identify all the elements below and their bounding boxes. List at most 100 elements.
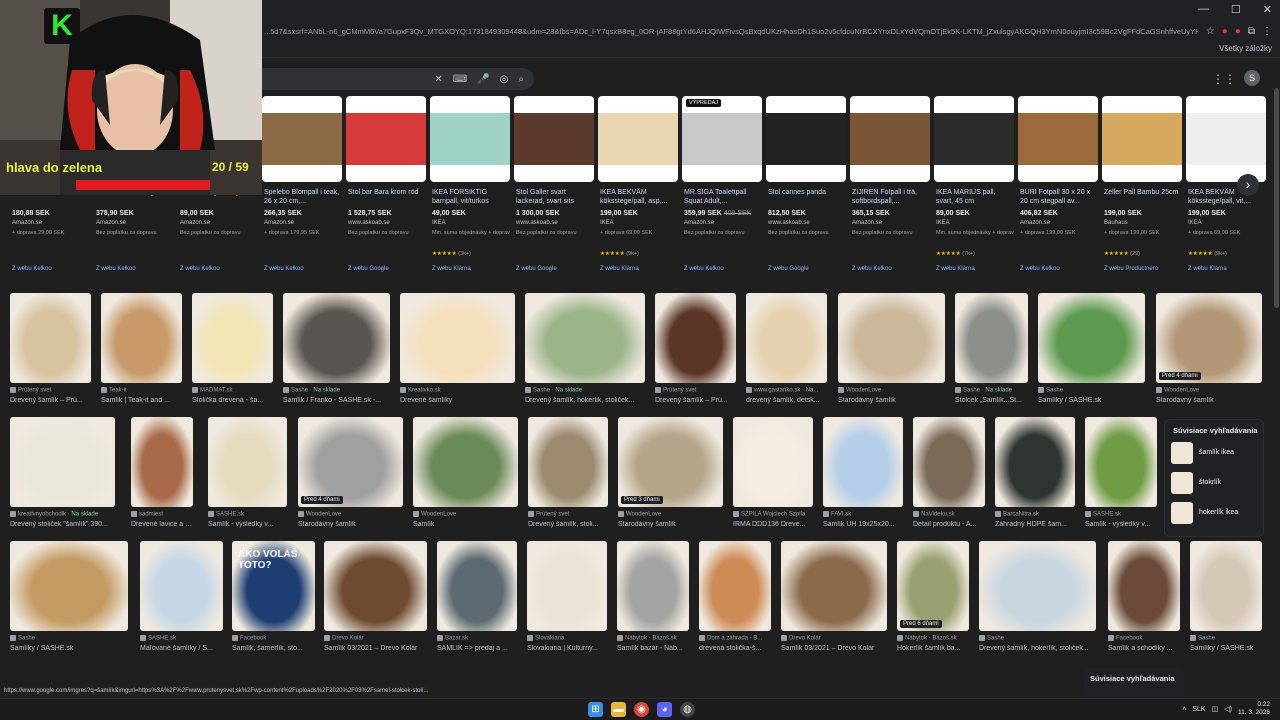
result-image[interactable] bbox=[655, 293, 736, 383]
image-result[interactable]: Sashe Šamlíky / SASHE.sk bbox=[1190, 541, 1262, 661]
result-source[interactable]: Sashe bbox=[1038, 387, 1145, 394]
clock[interactable]: 0:22 11. 3. 2026 bbox=[1238, 701, 1270, 717]
shopping-item[interactable]: Stol bar Bara krom röd 1 528,75 SEK www.as… bbox=[346, 96, 426, 276]
minimize-icon[interactable]: — bbox=[1198, 3, 1209, 16]
result-source[interactable]: NaVideku.sk bbox=[913, 511, 985, 518]
product-image[interactable] bbox=[262, 96, 342, 182]
address-bar[interactable]: ...5d7&sxsrf=ANbL-n6_gCMmM6Va7GupxF3Qv_M… bbox=[262, 20, 1280, 42]
result-image[interactable] bbox=[283, 293, 390, 383]
image-result[interactable]: SZPILA Wojciech Szpila IRMA DDD136 Dreve.… bbox=[733, 417, 813, 537]
result-source[interactable]: Sashe bbox=[1190, 635, 1262, 642]
result-source[interactable]: FAVI.sk bbox=[823, 511, 903, 518]
image-result[interactable]: Kreativko.sk Drevené šamlíky bbox=[400, 293, 515, 413]
product-image[interactable] bbox=[346, 96, 426, 182]
result-image[interactable]: Pred 4 dňami bbox=[298, 417, 403, 507]
result-title[interactable]: Šamlík - výsledky v... bbox=[208, 521, 287, 528]
result-image[interactable] bbox=[995, 417, 1075, 507]
extension-icon[interactable]: ● bbox=[1235, 26, 1241, 37]
result-source[interactable]: Sashe · Na sklade bbox=[955, 387, 1028, 394]
result-image[interactable] bbox=[101, 293, 182, 383]
image-result[interactable]: NaVideku.sk Detail produktu - A... bbox=[913, 417, 985, 537]
product-title[interactable]: Spelebo Blompall i teak, 26 x 20 cm,... bbox=[264, 188, 342, 206]
result-title[interactable]: Hokerlík šamlík ba... bbox=[897, 645, 969, 652]
scrollbar[interactable] bbox=[1273, 58, 1280, 698]
image-result[interactable]: BarcaNitra.sk Záhradný HDPE šam... bbox=[995, 417, 1075, 537]
image-result[interactable]: Dom a záhrada - B... drevená stolička-š..… bbox=[699, 541, 771, 661]
image-result[interactable]: Prútený svet Drevený šamlík – Prú... bbox=[10, 293, 91, 413]
image-result[interactable]: Nábytok - Bazoš.sk Šamlík bazár - Náb... bbox=[617, 541, 689, 661]
result-title[interactable]: Šamlík / Franko - SASHE.sk -... bbox=[283, 397, 390, 404]
product-title[interactable]: ZIJIREN Fotpall i trä, softbordspall,... bbox=[852, 188, 930, 206]
result-title[interactable]: Šamlík 03/2021 – Drevo Kolár bbox=[324, 645, 427, 652]
image-result[interactable]: Sashe · Na sklade Stolcek „Šamlík...Št... bbox=[955, 293, 1028, 413]
shopping-item[interactable]: IKEA FÖRSIKTIG barnpall, vit/turkos 49,00… bbox=[430, 96, 510, 276]
chrome-icon[interactable]: ◉ bbox=[634, 702, 649, 717]
result-source[interactable]: Facebook bbox=[1108, 635, 1180, 642]
result-source[interactable]: SASHE.sk bbox=[208, 511, 287, 518]
result-source[interactable]: Teak-it bbox=[101, 387, 182, 394]
result-image[interactable] bbox=[131, 417, 193, 507]
result-title[interactable]: Šamlík, šamerlík, sto... bbox=[232, 645, 315, 652]
result-title[interactable]: Stolcek „Šamlík...Št... bbox=[955, 397, 1028, 404]
result-title[interactable]: Šamlík UH 19x25x20... bbox=[823, 521, 903, 528]
result-source[interactable]: Sashe · Na sklade bbox=[283, 387, 390, 394]
product-image[interactable] bbox=[934, 96, 1014, 182]
star-icon[interactable]: ☆ bbox=[1206, 26, 1215, 37]
maximize-icon[interactable]: ☐ bbox=[1231, 3, 1241, 16]
all-bookmarks[interactable]: Všetky záložky bbox=[1219, 44, 1272, 53]
result-source[interactable]: Prútený svet bbox=[655, 387, 736, 394]
merchant-link[interactable]: Z webu Kelkoo bbox=[852, 266, 892, 272]
merchant-link[interactable]: Z webu Klarna bbox=[600, 266, 639, 272]
result-image[interactable] bbox=[10, 541, 128, 631]
result-image[interactable]: Pred 6 dňami bbox=[897, 541, 969, 631]
product-title[interactable]: Zeller Pall Bambu 25cm bbox=[1104, 188, 1182, 206]
image-result[interactable]: Sashe · Na sklade Drevený šamlík, hokerli… bbox=[525, 293, 645, 413]
result-image[interactable] bbox=[525, 293, 645, 383]
image-result[interactable]: Pred 4 dňami WoodenLove Starodávny šamlík bbox=[1156, 293, 1262, 413]
result-image[interactable] bbox=[733, 417, 813, 507]
product-title[interactable]: IKEA FÖRSIKTIG barnpall, vit/turkos bbox=[432, 188, 510, 206]
result-image[interactable] bbox=[913, 417, 985, 507]
image-result[interactable]: WoodenLove Starodávny šamlík bbox=[838, 293, 945, 413]
image-result[interactable]: Drevo Kolár Šamlík 03/2021 – Drevo Kolár bbox=[324, 541, 427, 661]
shopping-item[interactable]: IKEA MARIUS pall, svart, 45 cm 89,00 SEK I… bbox=[934, 96, 1014, 276]
result-source[interactable]: Kreativko.sk bbox=[400, 387, 515, 394]
result-title[interactable]: drevený šamlík, detsk... bbox=[746, 397, 827, 404]
result-source[interactable]: Sashe bbox=[10, 635, 128, 642]
result-title[interactable]: Drevený šamlík, hokerlik, stoliček... bbox=[525, 397, 645, 404]
related-search-item[interactable]: štokrlík bbox=[1171, 472, 1261, 494]
result-image[interactable] bbox=[1085, 417, 1157, 507]
image-result[interactable]: Prútený svet Drevený šamlík – Prú... bbox=[655, 293, 736, 413]
mic-icon[interactable]: 🎤 bbox=[477, 74, 489, 85]
result-image[interactable] bbox=[10, 293, 91, 383]
close-icon[interactable]: ✕ bbox=[1263, 3, 1272, 16]
shopping-item[interactable]: VÝPREDAJ MR.SIGA Toalettpall Squat Adult,… bbox=[682, 96, 762, 276]
related-search-item[interactable]: hokerlík ikea bbox=[1171, 502, 1261, 524]
file-explorer-icon[interactable]: ▬ bbox=[611, 702, 626, 717]
result-image[interactable] bbox=[192, 293, 273, 383]
result-image[interactable] bbox=[413, 417, 518, 507]
result-title[interactable]: Slovakiana | Kultúrny... bbox=[527, 645, 607, 652]
result-source[interactable]: Drevo Kolár bbox=[781, 635, 887, 642]
product-title[interactable]: Stol bar Bara krom röd bbox=[348, 188, 426, 206]
image-result[interactable]: Sashe Drevený šamlík, hokerlík, stoliček.… bbox=[979, 541, 1096, 661]
merchant-link[interactable]: Z webu Google bbox=[768, 266, 809, 272]
volume-icon[interactable]: ◁) bbox=[1224, 705, 1232, 713]
result-source[interactable]: WoodenLove bbox=[298, 511, 403, 518]
result-title[interactable]: Stolička drevená - ša... bbox=[192, 397, 273, 404]
result-source[interactable]: SASHE.sk bbox=[1085, 511, 1157, 518]
result-title[interactable]: Šamlík | Teak-it and ... bbox=[101, 397, 182, 404]
result-title[interactable]: Starodávny šamlík bbox=[1156, 397, 1262, 404]
image-result[interactable]: Slovakiana Slovakiana | Kultúrny... bbox=[527, 541, 607, 661]
result-title[interactable]: Maľované šamlíky / S... bbox=[140, 645, 223, 652]
url-text[interactable]: ...5d7&sxsrf=ANbL-n6_gCMmM6Va7GupxF3Qv_M… bbox=[262, 27, 1198, 36]
image-result[interactable]: Teak-it Šamlík | Teak-it and ... bbox=[101, 293, 182, 413]
result-title[interactable]: Starodávny šamlík bbox=[618, 521, 723, 528]
result-source[interactable]: SASHE.sk bbox=[140, 635, 223, 642]
result-image[interactable] bbox=[838, 293, 945, 383]
result-source[interactable]: Prútený svet bbox=[10, 387, 91, 394]
result-image[interactable] bbox=[10, 417, 115, 507]
result-title[interactable]: Šamlík a schodíky ... bbox=[1108, 645, 1180, 652]
product-image[interactable] bbox=[598, 96, 678, 182]
product-title[interactable]: IKEA MARIUS pall, svart, 45 cm bbox=[936, 188, 1014, 206]
